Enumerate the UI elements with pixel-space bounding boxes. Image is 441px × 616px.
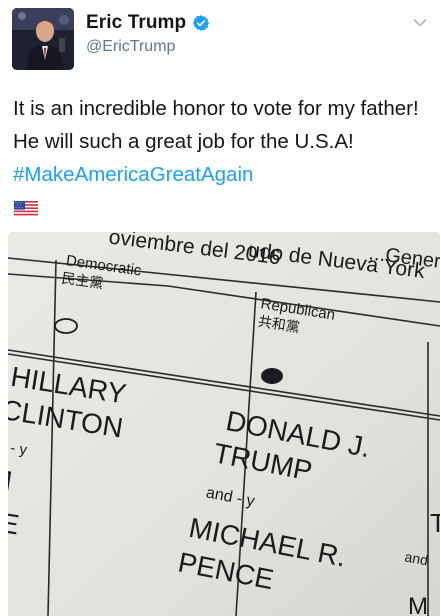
- tweet-body-text: It is an incredible honor to vote for my…: [13, 97, 419, 153]
- hashtag-link[interactable]: #MakeAmericaGreatAgain: [13, 163, 253, 186]
- profile-photo-icon: [12, 8, 74, 70]
- author-handle[interactable]: @EricTrump: [86, 38, 175, 56]
- and-left: d - y: [8, 438, 29, 459]
- edge-right-1: T: [430, 508, 440, 538]
- tweet-photo[interactable]: ...General udo de Nueva York oviembre de…: [8, 232, 440, 616]
- avatar[interactable]: [12, 8, 74, 70]
- edge-right-3: M: [408, 593, 428, 616]
- ballot-photo: ...General udo de Nueva York oviembre de…: [8, 232, 440, 616]
- chevron-down-icon[interactable]: [413, 18, 427, 28]
- tweet-card: Eric Trump @EricTrump It is an incredibl…: [0, 0, 441, 616]
- verified-badge-icon: [193, 15, 210, 31]
- us-flag-icon: [14, 201, 38, 217]
- author-name-row: Eric Trump: [86, 12, 210, 34]
- tweet-text: It is an incredible honor to vote for my…: [13, 92, 433, 191]
- oval-right-filled: [261, 368, 283, 384]
- author-display-name[interactable]: Eric Trump: [86, 12, 186, 34]
